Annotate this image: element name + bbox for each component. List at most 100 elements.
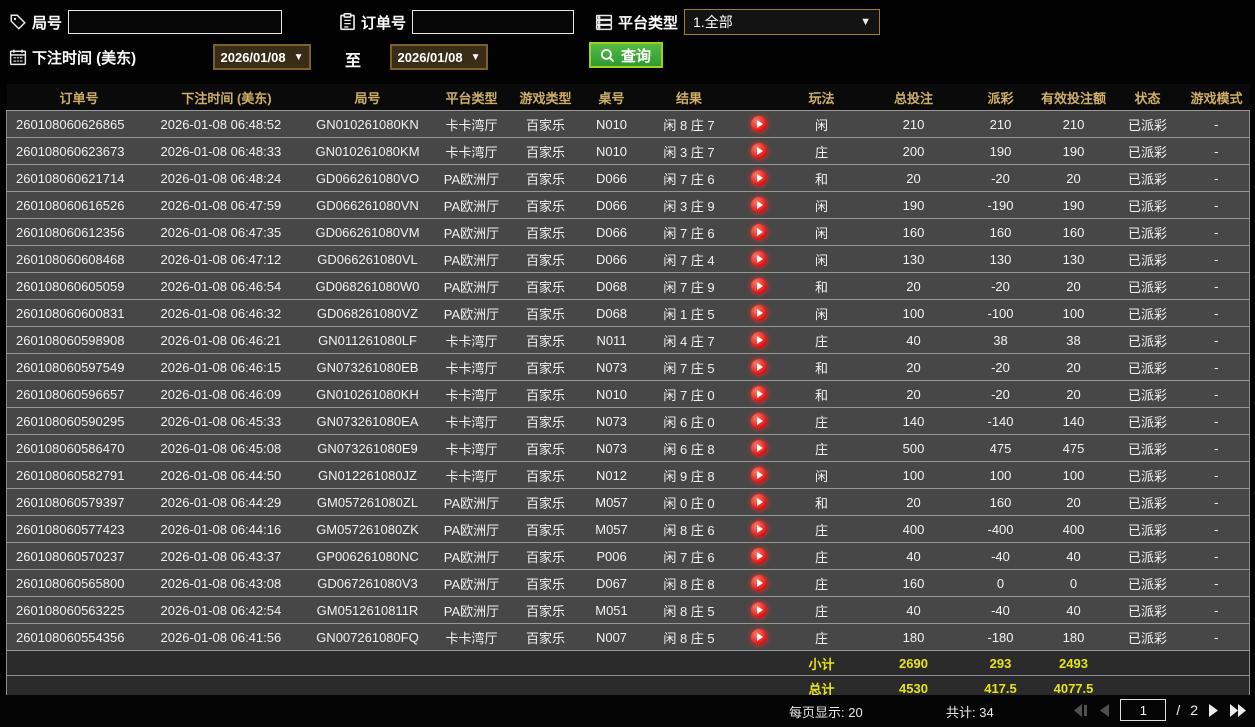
- cell-game-type: 百家乐: [510, 489, 582, 516]
- cell-result: 闲 4 庄 7: [642, 327, 737, 354]
- last-page-icon[interactable]: [1229, 704, 1247, 717]
- first-page-icon[interactable]: [1073, 704, 1089, 717]
- cell-result: 闲 8 庄 6: [642, 516, 737, 543]
- cell-game-mode: -: [1184, 273, 1250, 300]
- date-to-value: 2026/01/08: [398, 50, 463, 65]
- cell-play: [737, 138, 782, 165]
- cell-play: [737, 111, 782, 138]
- cell-game-type: 百家乐: [510, 381, 582, 408]
- table-row: 2601080606217142026-01-08 06:48:24GD0662…: [7, 165, 1250, 192]
- cell-bet-time: 2026-01-08 06:46:21: [152, 327, 302, 354]
- cell-bet-type: 庄: [782, 543, 862, 570]
- cell-play: [737, 570, 782, 597]
- cell-table-no: D067: [582, 570, 642, 597]
- cell-valid-bet: 190: [1036, 192, 1112, 219]
- play-video-icon[interactable]: [751, 332, 767, 348]
- round-filter-group: 局号: [8, 8, 282, 36]
- cell-platform: PA欧洲厅: [434, 246, 510, 273]
- search-button[interactable]: 查询: [589, 42, 663, 68]
- cell-order-id: 260108060605059: [7, 273, 152, 300]
- cell-round-id: GN011261080LF: [302, 327, 434, 354]
- page-number-input[interactable]: [1120, 699, 1166, 721]
- play-video-icon[interactable]: [751, 575, 767, 591]
- cell-bet-type: 闲: [782, 219, 862, 246]
- cell-order-id: 260108060590295: [7, 408, 152, 435]
- cell-status: 已派彩: [1112, 570, 1184, 597]
- date-to-picker[interactable]: 2026/01/08 ▼: [390, 44, 488, 70]
- cell-result: 闲 3 庄 7: [642, 138, 737, 165]
- cell-status: 已派彩: [1112, 327, 1184, 354]
- cell-table-no: D066: [582, 165, 642, 192]
- cell-order-id: 260108060582791: [7, 462, 152, 489]
- cell-payout: 0: [966, 570, 1036, 597]
- cell-status: 已派彩: [1112, 597, 1184, 624]
- cell-round-id: GN010261080KN: [302, 111, 434, 138]
- table-row: 2601080606268652026-01-08 06:48:52GN0102…: [7, 111, 1250, 138]
- cell-status: 已派彩: [1112, 354, 1184, 381]
- platform-select[interactable]: 1.全部 ▼: [684, 9, 880, 35]
- cell-bet-type: 闲: [782, 111, 862, 138]
- cell-game-mode: -: [1184, 489, 1250, 516]
- play-video-icon[interactable]: [751, 305, 767, 321]
- cell-bet-time: 2026-01-08 06:46:09: [152, 381, 302, 408]
- date-from-picker[interactable]: 2026/01/08 ▼: [213, 44, 311, 70]
- play-video-icon[interactable]: [751, 494, 767, 510]
- cell-order-id: 260108060586470: [7, 435, 152, 462]
- play-video-icon[interactable]: [751, 629, 767, 645]
- cell-platform: PA欧洲厅: [434, 570, 510, 597]
- cell-platform: PA欧洲厅: [434, 273, 510, 300]
- cell-game-mode: -: [1184, 597, 1250, 624]
- cell-result: 闲 3 庄 9: [642, 192, 737, 219]
- cell-valid-bet: 20: [1036, 354, 1112, 381]
- cell-game-mode: -: [1184, 165, 1250, 192]
- cell-status: 已派彩: [1112, 381, 1184, 408]
- cell-bet-type: 和: [782, 381, 862, 408]
- play-video-icon[interactable]: [751, 602, 767, 618]
- play-video-icon[interactable]: [751, 548, 767, 564]
- bet-time-filter-group: 下注时间 (美东): [8, 43, 142, 71]
- play-video-icon[interactable]: [751, 224, 767, 240]
- round-label: 局号: [32, 12, 62, 33]
- play-video-icon[interactable]: [751, 143, 767, 159]
- cell-game-type: 百家乐: [510, 246, 582, 273]
- cell-total-bet: 160: [862, 219, 966, 246]
- table-row: 2601080605864702026-01-08 06:45:08GN0732…: [7, 435, 1250, 462]
- play-video-icon[interactable]: [751, 278, 767, 294]
- cell-bet-type: 庄: [782, 624, 862, 651]
- play-video-icon[interactable]: [751, 170, 767, 186]
- play-video-icon[interactable]: [751, 116, 767, 132]
- app-root: 局号 订单号 平台类型 1.全部 ▼ 下注时间 (美东) 2026/01/08 …: [0, 0, 1255, 727]
- order-input[interactable]: [412, 10, 574, 34]
- play-video-icon[interactable]: [751, 251, 767, 267]
- play-video-icon[interactable]: [751, 440, 767, 456]
- cell-round-id: GM0512610811R: [302, 597, 434, 624]
- table-row: 2601080605902952026-01-08 06:45:33GN0732…: [7, 408, 1250, 435]
- cell-round-id: GN073261080EA: [302, 408, 434, 435]
- play-video-icon[interactable]: [751, 386, 767, 402]
- cell-total-bet: 140: [862, 408, 966, 435]
- round-input[interactable]: [68, 10, 282, 34]
- cell-status: 已派彩: [1112, 138, 1184, 165]
- cell-result: 闲 9 庄 8: [642, 462, 737, 489]
- cell-payout: 160: [966, 489, 1036, 516]
- play-video-icon[interactable]: [751, 521, 767, 537]
- play-video-icon[interactable]: [751, 467, 767, 483]
- cell-game-mode: -: [1184, 462, 1250, 489]
- cell-bet-time: 2026-01-08 06:44:50: [152, 462, 302, 489]
- cell-round-id: GD066261080VL: [302, 246, 434, 273]
- play-video-icon[interactable]: [751, 413, 767, 429]
- subtotal-valid-bet: 2493: [1036, 651, 1112, 676]
- cell-round-id: GD068261080VZ: [302, 300, 434, 327]
- cell-table-no: N073: [582, 435, 642, 462]
- bet-time-label: 下注时间 (美东): [32, 47, 136, 68]
- play-video-icon[interactable]: [751, 197, 767, 213]
- cell-total-bet: 130: [862, 246, 966, 273]
- play-video-icon[interactable]: [751, 359, 767, 375]
- next-page-icon[interactable]: [1208, 704, 1219, 717]
- cell-total-bet: 20: [862, 165, 966, 192]
- prev-page-icon[interactable]: [1099, 704, 1110, 717]
- cell-total-bet: 20: [862, 354, 966, 381]
- column-header: 平台类型: [434, 84, 510, 111]
- cell-payout: 475: [966, 435, 1036, 462]
- cell-total-bet: 190: [862, 192, 966, 219]
